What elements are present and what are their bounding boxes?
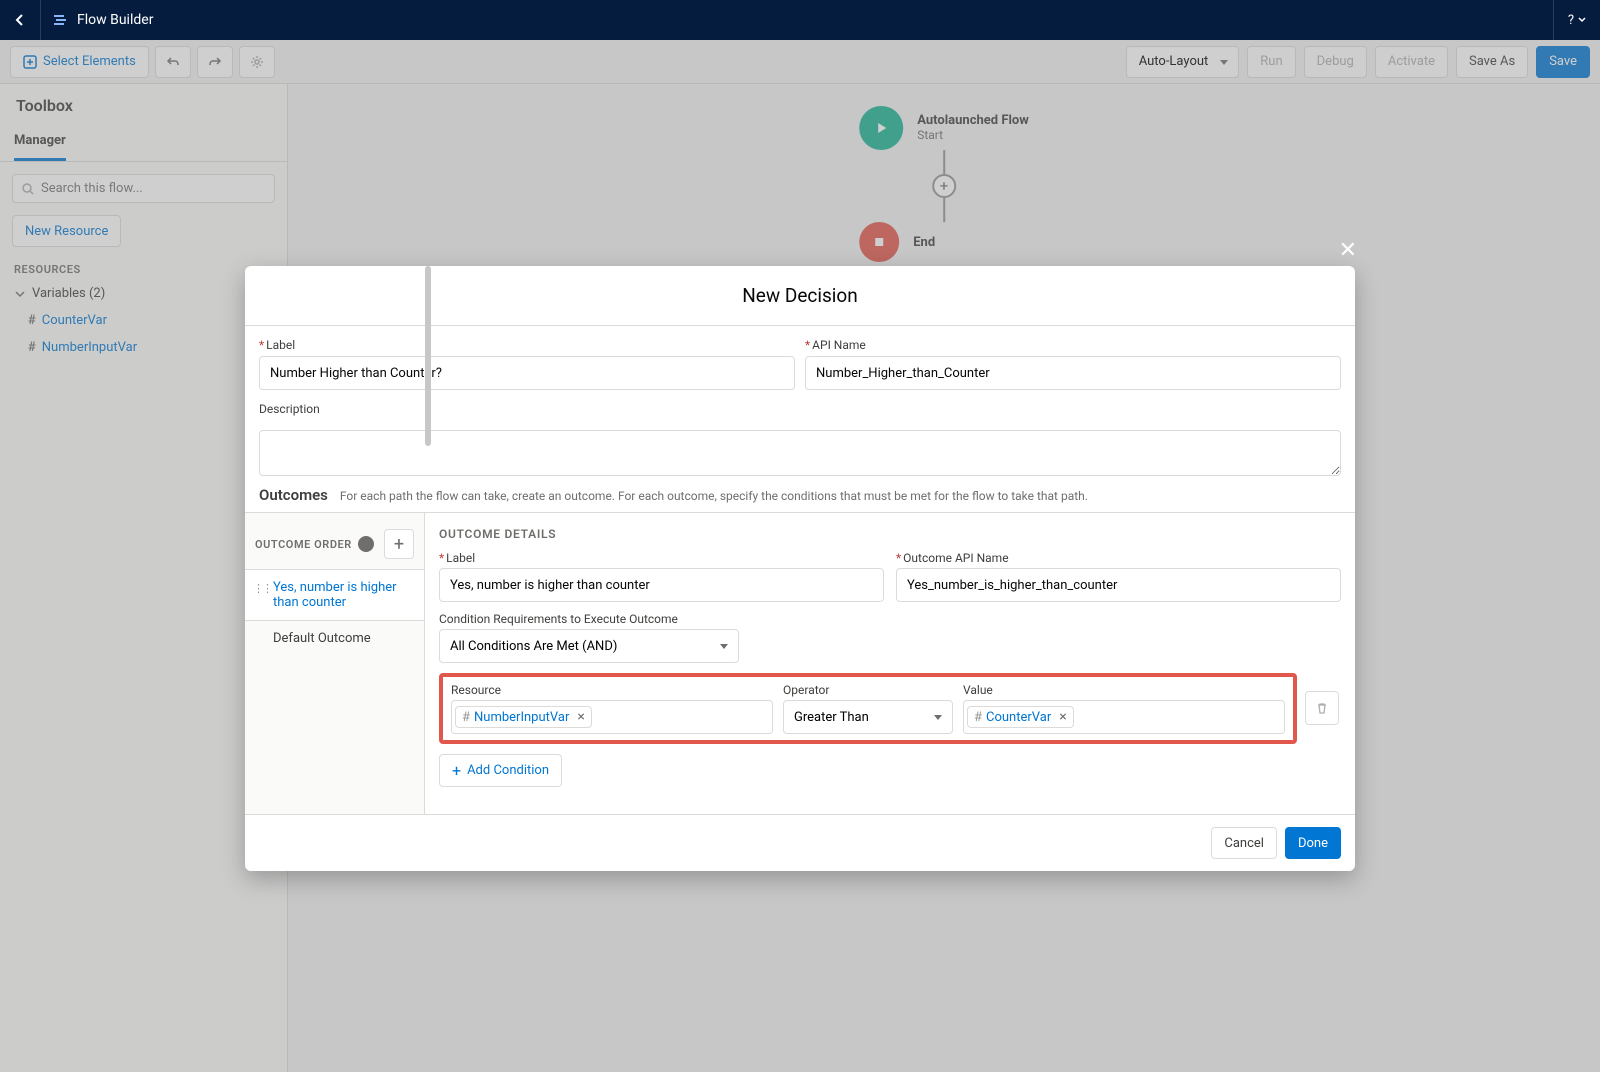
app-brand: Flow Builder (40, 0, 153, 40)
condition-row-highlighted: Resource #NumberInputVar× Operator Great… (439, 673, 1297, 744)
info-icon[interactable]: i (358, 536, 374, 552)
outcome-details-panel: OUTCOME DETAILS Label Outcome API Name C… (425, 513, 1355, 814)
remove-pill-icon[interactable]: × (577, 709, 584, 725)
modal-title: New Decision (245, 284, 1355, 307)
app-topbar: Flow Builder ? (0, 0, 1600, 40)
operator-select[interactable]: Greater Than (783, 700, 953, 734)
add-condition-button[interactable]: + Add Condition (439, 754, 562, 787)
description-label: Description (259, 402, 1341, 416)
outcome-order-panel: OUTCOME ORDER i + Yes, number is higher … (245, 513, 425, 814)
api-name-label: API Name (805, 338, 1341, 352)
scrollbar[interactable] (425, 326, 431, 446)
outcome-label-input[interactable] (439, 568, 884, 602)
cancel-button[interactable]: Cancel (1211, 827, 1277, 859)
add-outcome-button[interactable]: + (384, 529, 414, 559)
outcomes-heading: Outcomes (259, 486, 328, 504)
outcome-api-input[interactable] (896, 568, 1341, 602)
remove-pill-icon[interactable]: × (1059, 709, 1066, 725)
outcomes-hint: For each path the flow can take, create … (340, 489, 1088, 503)
help-icon: ? (1568, 13, 1574, 28)
label-input[interactable] (259, 356, 795, 390)
outcome-item-default[interactable]: Default Outcome (245, 621, 424, 657)
condition-requirement-select[interactable]: All Conditions Are Met (AND) (439, 629, 739, 663)
done-button[interactable]: Done (1285, 827, 1341, 859)
outcome-item-active[interactable]: Yes, number is higher than counter (245, 569, 424, 621)
api-name-input[interactable] (805, 356, 1341, 390)
label-label: Label (259, 338, 795, 352)
number-icon: # (462, 710, 470, 725)
close-icon[interactable]: ✕ (1339, 238, 1357, 263)
app-title: Flow Builder (77, 12, 153, 28)
resource-input[interactable]: #NumberInputVar× (451, 700, 773, 734)
help-menu[interactable]: ? (1553, 0, 1600, 40)
flow-icon (51, 11, 69, 29)
chevron-down-icon (1578, 16, 1586, 24)
delete-condition-button[interactable] (1305, 691, 1339, 725)
decision-modal: ✕ New Decision Label API Name Descriptio… (245, 266, 1355, 871)
number-icon: # (974, 710, 982, 725)
back-button[interactable] (0, 12, 40, 28)
value-input[interactable]: #CounterVar× (963, 700, 1285, 734)
trash-icon (1315, 701, 1329, 715)
plus-icon: + (452, 761, 461, 780)
description-input[interactable] (259, 430, 1341, 476)
